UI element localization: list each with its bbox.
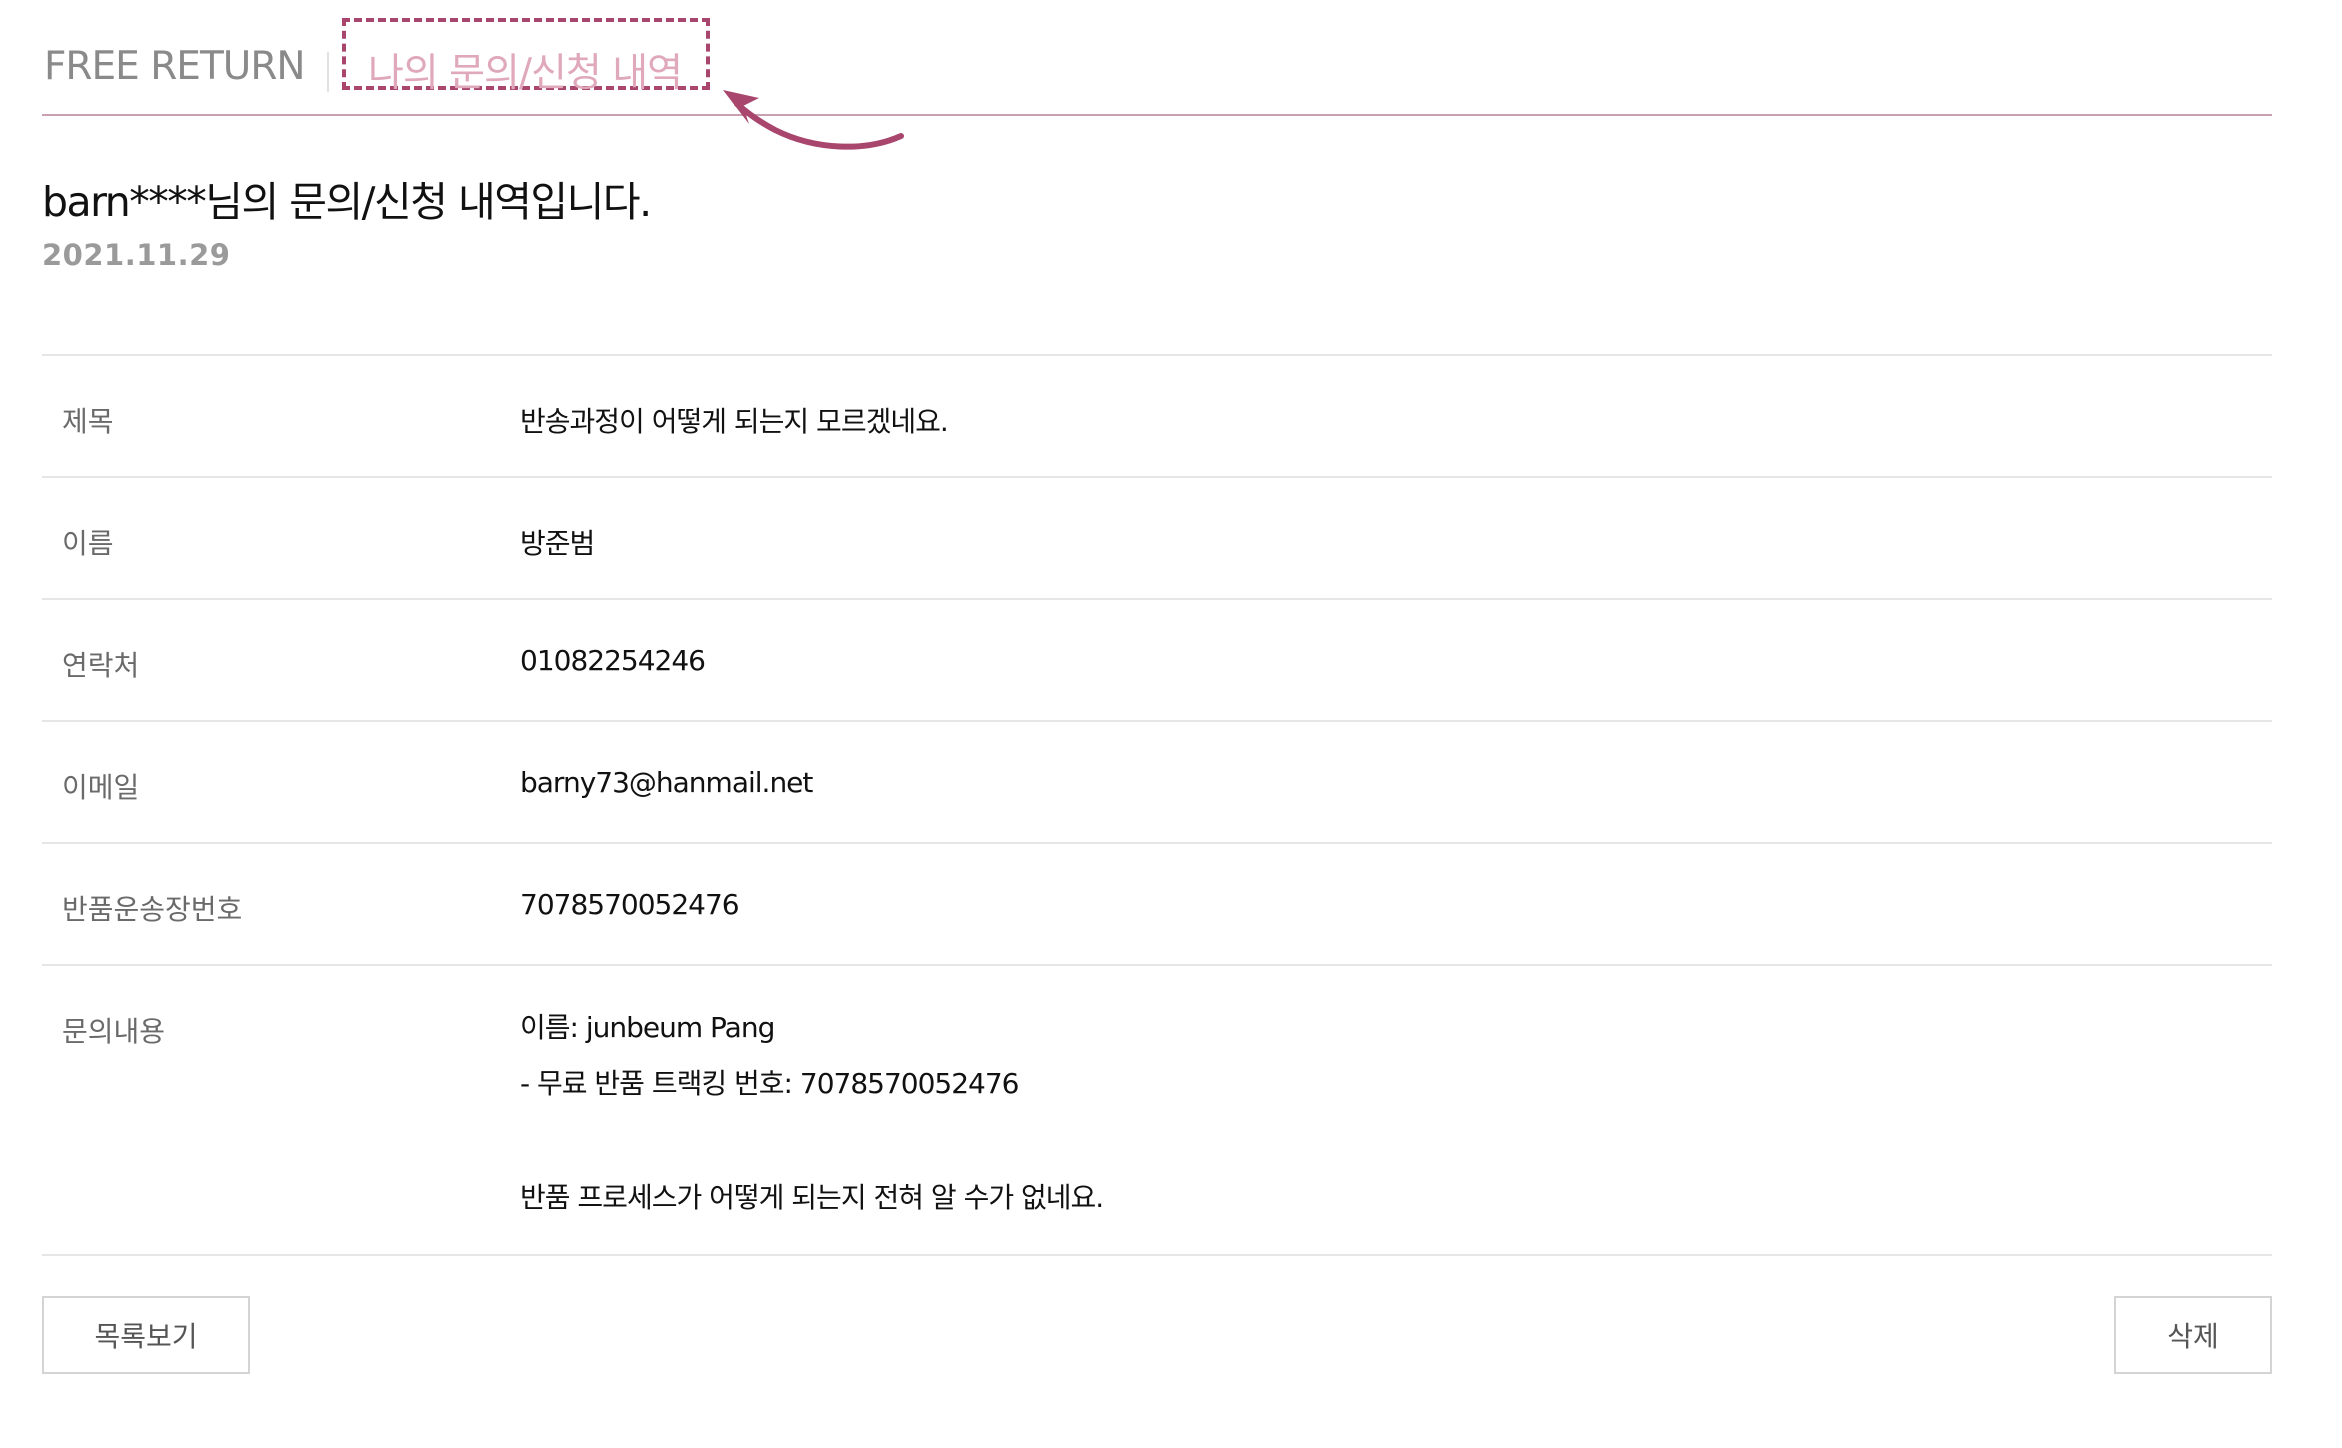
page-title: barn****님의 문의/신청 내역입니다. (42, 178, 652, 226)
detail-label: 문의내용 (62, 1015, 166, 1048)
detail-label: 반품운송장번호 (62, 893, 243, 926)
detail-row-subject: 제목 반송과정이 어떻게 되는지 모르겠네요. (42, 356, 2272, 478)
detail-row-content: 문의내용 이름: junbeum Pang - 무료 반품 트랙킹 번호: 70… (42, 966, 2272, 1256)
detail-label: 이름 (62, 527, 114, 560)
inquiry-content-line: - 무료 반품 트랙킹 번호: 7078570052476 (520, 1067, 1019, 1100)
detail-label: 연락처 (62, 649, 140, 682)
hand-drawn-arrow-icon (723, 90, 904, 150)
detail-value: 방준범 (520, 527, 595, 560)
inquiry-content-line: 이름: junbeum Pang (520, 1011, 775, 1044)
detail-label: 이메일 (62, 771, 140, 804)
tab-bar: FREE RETURN 나의 문의/신청 내역 (42, 0, 2272, 116)
detail-value: 7078570052476 (520, 888, 740, 921)
detail-value: 01082254246 (520, 644, 706, 677)
detail-label: 제목 (62, 405, 114, 438)
delete-button[interactable]: 삭제 (2114, 1296, 2272, 1374)
detail-row-phone: 연락처 01082254246 (42, 600, 2272, 722)
detail-row-tracking: 반품운송장번호 7078570052476 (42, 844, 2272, 966)
detail-value: 반송과정이 어떻게 되는지 모르겠네요. (520, 405, 949, 438)
tab-my-inquiries-label: 나의 문의/신청 내역 (368, 51, 683, 96)
list-button[interactable]: 목록보기 (42, 1296, 250, 1374)
detail-value: barny73@hanmail.net (520, 766, 813, 799)
tab-my-inquiries[interactable]: 나의 문의/신청 내역 (342, 18, 710, 96)
inquiry-content-line: 반품 프로세스가 어떻게 되는지 전혀 알 수가 없네요. (520, 1181, 1104, 1214)
detail-row-name: 이름 방준범 (42, 478, 2272, 600)
inquiry-content: 이름: junbeum Pang - 무료 반품 트랙킹 번호: 7078570… (520, 1010, 1104, 1236)
inquiry-detail-table: 제목 반송과정이 어떻게 되는지 모르겠네요. 이름 방준범 연락처 01082… (42, 354, 2272, 1256)
inquiry-date: 2021.11.29 (42, 238, 231, 272)
detail-row-email: 이메일 barny73@hanmail.net (42, 722, 2272, 844)
inquiry-content-line (520, 1122, 1103, 1180)
tab-free-return[interactable]: FREE RETURN (44, 44, 306, 89)
tab-divider (327, 52, 329, 92)
